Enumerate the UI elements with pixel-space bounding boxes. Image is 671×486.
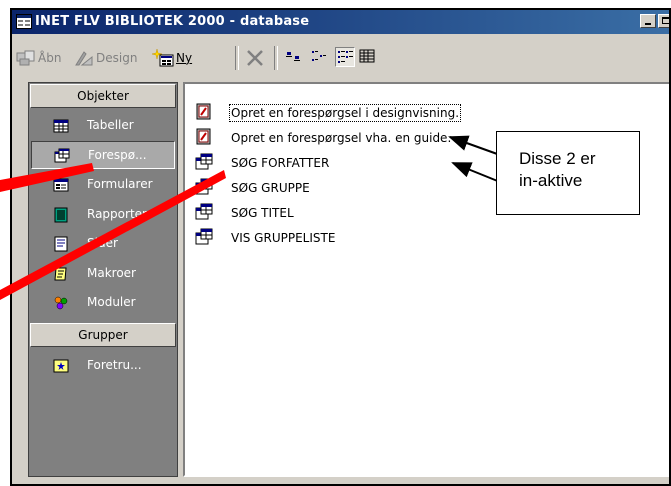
favorites-icon xyxy=(53,359,69,373)
window-title: INET FLV BIBLIOTEK 2000 - database xyxy=(35,14,310,29)
delete-icon xyxy=(247,50,263,66)
table-icon xyxy=(53,119,69,133)
new-object-icon xyxy=(152,48,174,67)
query-icon xyxy=(195,203,213,220)
list-item-label: SØG TITEL xyxy=(231,206,294,220)
sidebar-item-queries[interactable]: Forespø... xyxy=(31,141,175,169)
sidebar-item-label: Tabeller xyxy=(87,118,134,132)
large-icons-view-button[interactable] xyxy=(284,47,304,67)
module-icon xyxy=(54,296,68,310)
form-icon xyxy=(53,178,69,192)
sidebar-item-label: Makroer xyxy=(87,266,136,280)
list-item[interactable]: Opret en forespørgsel i designvisning. xyxy=(185,101,665,125)
objects-bar: Objekter Tabeller Forespø... Formularer … xyxy=(28,82,178,477)
open-button[interactable]: Åbn xyxy=(16,47,61,69)
query-icon xyxy=(195,178,213,195)
sidebar-item-label: Formularer xyxy=(87,177,153,191)
wizard-icon xyxy=(196,128,211,145)
list-view-button[interactable] xyxy=(335,47,355,67)
minimize-button[interactable] xyxy=(640,14,656,28)
annotation-line-2: in-aktive xyxy=(519,171,583,190)
query-icon xyxy=(54,148,70,163)
sidebar-item-pages[interactable]: Sider xyxy=(31,230,175,258)
sidebar-item-label: Forespø... xyxy=(88,148,147,162)
database-window-icon xyxy=(16,14,32,29)
new-button[interactable]: Ny xyxy=(152,47,192,69)
query-icon xyxy=(195,228,213,245)
list-item-label: SØG FORFATTER xyxy=(231,156,330,170)
details-view-icon xyxy=(359,49,375,63)
design-button[interactable]: Design xyxy=(74,47,137,69)
list-item-label: VIS GRUPPELISTE xyxy=(231,231,336,245)
design-icon xyxy=(75,51,93,66)
sidebar-item-label: Rapporter xyxy=(87,207,147,221)
sidebar-item-label: Moduler xyxy=(87,295,136,309)
sidebar-item-favorites[interactable]: Foretru... xyxy=(31,352,175,380)
new-label: Ny xyxy=(176,51,193,65)
toolbar-separator xyxy=(235,46,239,70)
query-icon xyxy=(195,153,213,170)
annotation-line-1: Disse 2 er xyxy=(519,149,596,168)
sidebar-item-modules[interactable]: Moduler xyxy=(31,289,175,317)
list-item-label: Opret en forespørgsel vha. en guide. xyxy=(231,131,452,145)
page-icon xyxy=(54,236,68,252)
objects-group-header[interactable]: Objekter xyxy=(30,84,176,108)
maximize-button[interactable] xyxy=(658,14,669,28)
sidebar-item-reports[interactable]: Rapporter xyxy=(31,201,175,229)
sidebar-item-macros[interactable]: Makroer xyxy=(31,260,175,288)
list-item-label: SØG GRUPPE xyxy=(231,181,310,195)
groups-header[interactable]: Grupper xyxy=(30,323,176,347)
list-item-label: Opret en forespørgsel i designvisning. xyxy=(228,104,462,122)
toolbar-separator xyxy=(274,46,278,70)
list-view-icon xyxy=(338,51,353,63)
large-icons-icon xyxy=(286,52,300,61)
list-item[interactable]: VIS GRUPPELISTE xyxy=(185,226,665,250)
design-label: Design xyxy=(96,51,138,65)
sidebar-item-label: Sider xyxy=(87,236,118,250)
report-icon xyxy=(54,207,68,223)
title-bar[interactable]: INET FLV BIBLIOTEK 2000 - database xyxy=(12,10,669,34)
delete-button[interactable] xyxy=(245,47,265,69)
annotation-callout: Disse 2 er in-aktive xyxy=(496,131,640,215)
wizard-icon xyxy=(196,103,211,120)
open-icon xyxy=(16,50,35,66)
sidebar-item-forms[interactable]: Formularer xyxy=(31,171,175,199)
toolbar: Åbn Design Ny xyxy=(12,34,669,80)
sidebar-item-tables[interactable]: Tabeller xyxy=(31,112,175,140)
small-icons-view-button[interactable] xyxy=(310,47,330,67)
open-label: Åbn xyxy=(38,51,62,65)
details-view-button[interactable] xyxy=(358,47,378,67)
sidebar-item-label: Foretru... xyxy=(87,358,142,372)
access-database-window: INET FLV BIBLIOTEK 2000 - database Åbn D… xyxy=(10,8,671,486)
macro-icon xyxy=(54,267,67,281)
small-icons-icon xyxy=(312,51,326,61)
